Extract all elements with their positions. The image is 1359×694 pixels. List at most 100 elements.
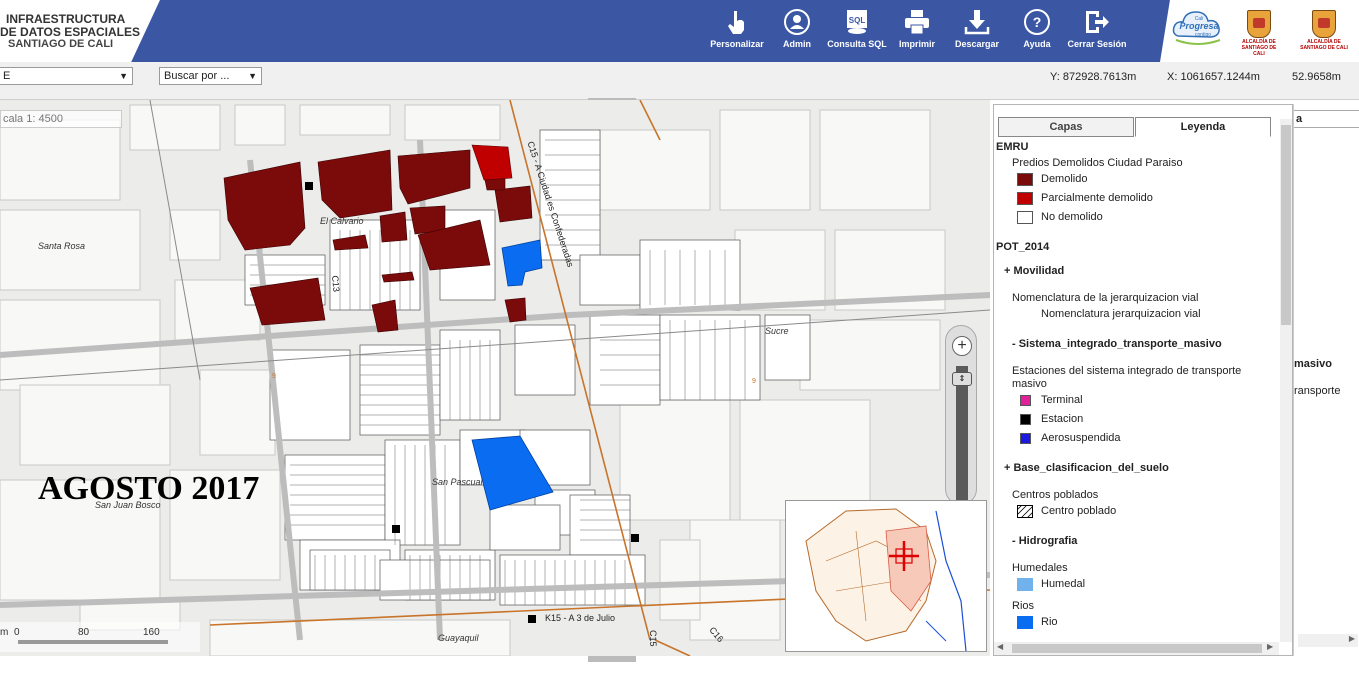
legend-aerosuspendida: Aerosuspendida [1041, 432, 1121, 444]
layer-select-value: E [3, 70, 11, 82]
tab-leyenda[interactable]: Leyenda [1135, 117, 1271, 137]
legend-pot: POT_2014 [996, 241, 1050, 253]
cerrar-sesion-label: Cerrar Sesión [1067, 39, 1127, 49]
street-label-c15: C15 [648, 630, 658, 647]
secondary-scrollbar[interactable]: ▶ [1298, 634, 1358, 647]
place-el-calvario: El Calvario [320, 216, 364, 226]
swatch-centro-poblado [1017, 505, 1033, 518]
logout-icon [1086, 11, 1109, 33]
place-sucre: Sucre [765, 326, 789, 336]
zoom-track[interactable] [956, 366, 968, 501]
hand-pointer-icon [728, 11, 744, 34]
scroll-right-icon[interactable]: ▶ [1267, 642, 1273, 651]
help-icon: ? [1024, 9, 1050, 35]
consulta-sql-button[interactable]: SQL Consulta SQL [825, 8, 889, 49]
tab-capas[interactable]: Capas [998, 117, 1134, 137]
svg-text:SQL: SQL [849, 16, 866, 25]
download-icon [964, 10, 990, 35]
layer-select[interactable]: E ▼ [0, 67, 133, 85]
place-san-pascual: San Pascual [432, 477, 483, 487]
toolbar-row: E ▼ Buscar por ... ▼ Y: 872928.7613m X: … [0, 62, 1359, 100]
cali-progresa-logo: Cali Progresa contigo [1172, 11, 1221, 45]
legend-parcial: Parcialmente demolido [1041, 192, 1153, 204]
swatch-demolido [1017, 173, 1033, 186]
bottom-bar [0, 656, 1359, 694]
svg-text:9: 9 [752, 378, 756, 385]
coord-x-readout: X: 1061657.1244m [1167, 71, 1260, 83]
swatch-terminal [1020, 395, 1031, 406]
legend-demolido: Demolido [1041, 173, 1088, 185]
alcaldia-logo-2: ALCALDÍA DE SANTIAGO DE CALI [1295, 10, 1353, 51]
legend-horizontal-scrollbar[interactable]: ◀ ▶ [994, 642, 1279, 655]
overview-map[interactable] [785, 500, 987, 652]
zoom-slider-thumb[interactable]: ⇕ [952, 372, 972, 386]
horizontal-scroll-thumb[interactable] [1012, 644, 1262, 653]
zoom-control[interactable]: + ⇕ [945, 325, 977, 505]
scale-bar: m 0 80 160 [0, 622, 200, 652]
legend-content: EMRU Predios Demolidos Ciudad Paraiso De… [994, 137, 1279, 642]
app-root: INFRAESTRUCTURA DE DATOS ESPACIALES SANT… [0, 0, 1359, 694]
map-view[interactable]: 9 9 cala 1: 4500 Santa Rosa El Calvario S… [0, 100, 990, 656]
street-label-k15: K15 - A 3 de Julio [545, 613, 616, 623]
ayuda-button[interactable]: ? Ayuda [1005, 8, 1069, 49]
legend-centro: Centro poblado [1041, 505, 1117, 517]
legend-base-toggle[interactable]: + Base_clasificacion_del_suelo [1004, 462, 1169, 474]
shield-icon [1247, 10, 1271, 38]
swatch-parcial [1017, 192, 1033, 205]
alcaldia-logo-1: ALCALDÍA DE SANTIAGO DE CALI [1236, 10, 1282, 57]
scroll-left-icon[interactable]: ◀ [997, 642, 1003, 651]
svg-text:?: ? [1033, 14, 1042, 30]
scroll-right-icon[interactable]: ▶ [1349, 634, 1355, 643]
swatch-no-demolido [1017, 211, 1033, 224]
legend-nomen-title: Nomenclatura de la jerarquizacion vial [1012, 292, 1199, 304]
ide-logo[interactable]: INFRAESTRUCTURA DE DATOS ESPACIALES SANT… [0, 0, 160, 62]
imprimir-label: Imprimir [898, 39, 935, 49]
secondary-tab-label: a [1296, 113, 1303, 125]
vertical-scroll-thumb[interactable] [1281, 125, 1291, 325]
legend-rio: Rio [1041, 616, 1058, 628]
chevron-down-icon: ▼ [248, 71, 257, 81]
logo-line-3: SANTIAGO DE CALI [8, 38, 114, 50]
personalizar-button[interactable]: Personalizar [705, 8, 769, 49]
legend-nomen-item: Nomenclatura jerarquizacion vial [1041, 308, 1201, 320]
legend-estaciones-line2: masivo [1012, 378, 1047, 390]
swatch-humedal [1017, 578, 1033, 591]
scalebar-unit: m [0, 627, 9, 638]
personalizar-label: Personalizar [710, 39, 764, 49]
imprimir-button[interactable]: Imprimir [885, 8, 949, 49]
scalebar-0: 0 [14, 627, 20, 638]
shield-icon [1312, 10, 1336, 38]
search-by-select[interactable]: Buscar por ... ▼ [159, 67, 262, 85]
legend-predios-title: Predios Demolidos Ciudad Paraiso [1012, 157, 1183, 169]
legend-vertical-scrollbar[interactable] [1280, 119, 1292, 642]
chevron-down-icon: ▼ [119, 71, 128, 81]
secondary-transporte: ransporte [1294, 385, 1341, 397]
svg-text:contigo: contigo [1195, 32, 1211, 38]
bottom-resize-grip[interactable] [588, 656, 636, 662]
sql-database-icon: SQL [847, 10, 867, 34]
legend-rios-title: Rios [1012, 600, 1035, 612]
swatch-rio [1017, 616, 1033, 629]
legend-no-demolido: No demolido [1041, 211, 1103, 223]
coord-extra-readout: 52.9658m [1292, 71, 1341, 83]
legend-hidro-toggle[interactable]: - Hidrografia [1012, 535, 1077, 547]
descargar-label: Descargar [954, 39, 1000, 49]
legend-centros-title: Centros poblados [1012, 489, 1099, 501]
secondary-tab[interactable]: a [1294, 110, 1359, 128]
admin-button[interactable]: Admin [765, 8, 829, 49]
legend-estaciones-line1: Estaciones del sistema integrado de tran… [1012, 365, 1242, 377]
printer-icon [905, 10, 929, 35]
descargar-button[interactable]: Descargar [945, 8, 1009, 49]
date-watermark: AGOSTO 2017 [38, 470, 260, 507]
secondary-panel: a masivo ransporte ▶ [1293, 104, 1359, 656]
legend-sitm-toggle[interactable]: - Sistema_integrado_transporte_masivo [1012, 338, 1222, 350]
admin-label: Admin [783, 39, 811, 49]
swatch-estacion [1020, 414, 1031, 425]
zoom-in-button[interactable]: + [952, 336, 972, 356]
logo-line-1: INFRAESTRUCTURA [6, 12, 126, 26]
legend-movilidad-toggle[interactable]: + Movilidad [1004, 265, 1064, 277]
swatch-aerosuspendida [1020, 433, 1031, 444]
cerrar-sesion-button[interactable]: Cerrar Sesión [1065, 8, 1129, 49]
svg-text:9: 9 [272, 373, 276, 380]
legend-humedales-title: Humedales [1012, 562, 1068, 574]
